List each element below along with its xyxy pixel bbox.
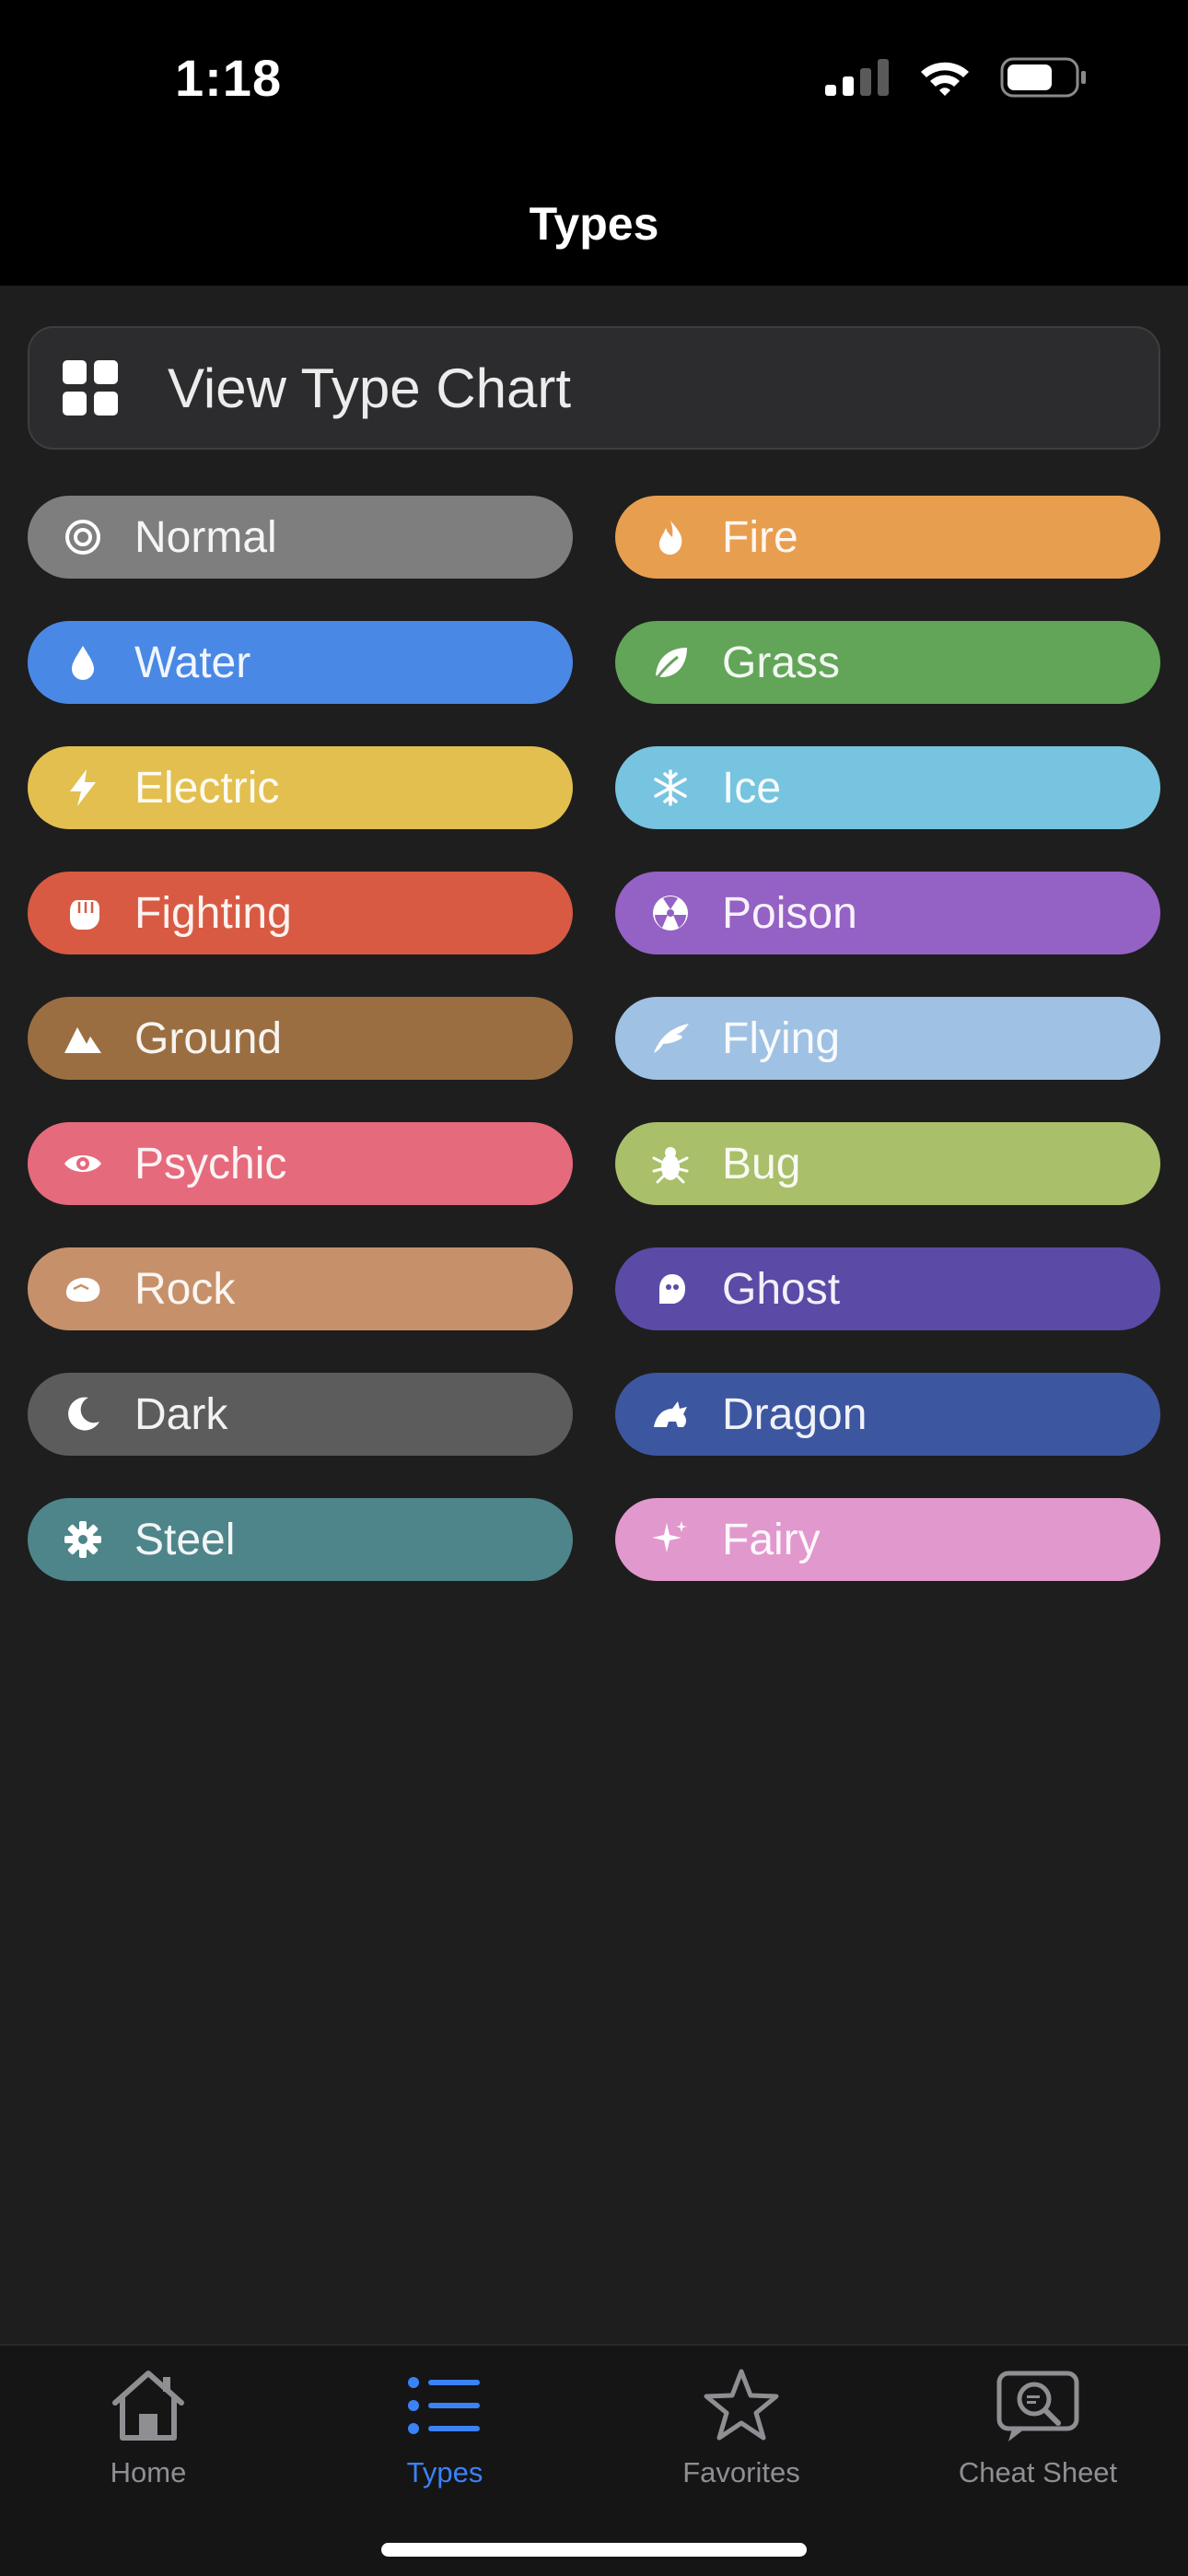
type-label: Ghost [722, 1264, 841, 1314]
type-pill-flying[interactable]: Flying [615, 997, 1160, 1080]
leaf-icon [650, 642, 691, 683]
ghost-icon [650, 1269, 691, 1309]
type-label: Steel [134, 1515, 236, 1564]
type-pill-dark[interactable]: Dark [28, 1373, 573, 1456]
type-pill-dragon[interactable]: Dragon [615, 1373, 1160, 1456]
type-label: Dragon [722, 1389, 868, 1439]
type-pill-psychic[interactable]: Psychic [28, 1122, 573, 1205]
list-icon [408, 2377, 480, 2434]
type-label: Ground [134, 1013, 283, 1063]
type-label: Ice [722, 763, 782, 813]
type-label: Normal [134, 512, 277, 562]
wifi-icon [917, 57, 973, 102]
view-type-chart-label: View Type Chart [168, 357, 572, 419]
ring-icon [63, 517, 103, 557]
view-type-chart-button[interactable]: View Type Chart [28, 326, 1160, 450]
bug-icon [650, 1143, 691, 1184]
snowflake-icon [650, 767, 691, 808]
type-label: Water [134, 638, 251, 687]
type-label: Psychic [134, 1139, 287, 1188]
status-icons [825, 57, 1087, 102]
type-label: Fairy [722, 1515, 821, 1564]
tab-home[interactable]: Home [0, 2364, 297, 2512]
radiation-icon [650, 893, 691, 933]
type-pill-rock[interactable]: Rock [28, 1247, 573, 1330]
tab-types[interactable]: Types [297, 2364, 593, 2512]
wing-icon [650, 1018, 691, 1059]
tab-favorites[interactable]: Favorites [593, 2364, 890, 2512]
type-pill-bug[interactable]: Bug [615, 1122, 1160, 1205]
chat-search-icon [996, 2371, 1079, 2441]
moon-icon [63, 1394, 103, 1434]
status-time: 1:18 [175, 49, 283, 107]
battery-icon [1000, 57, 1087, 102]
fist-icon [63, 893, 103, 933]
type-label: Dark [134, 1389, 228, 1439]
type-label: Fighting [134, 888, 292, 938]
rock-icon [63, 1269, 103, 1309]
tab-favorites-label: Favorites [682, 2456, 800, 2488]
home-indicator [381, 2543, 807, 2557]
type-pill-ghost[interactable]: Ghost [615, 1247, 1160, 1330]
type-pill-ice[interactable]: Ice [615, 746, 1160, 829]
star-icon [704, 2369, 779, 2441]
droplet-icon [63, 642, 103, 683]
type-pill-ground[interactable]: Ground [28, 997, 573, 1080]
tab-cheat-sheet[interactable]: Cheat Sheet [890, 2364, 1186, 2512]
type-label: Fire [722, 512, 798, 562]
tab-types-label: Types [406, 2456, 483, 2488]
dragon-icon [650, 1394, 691, 1434]
type-label: Electric [134, 763, 280, 813]
tab-bar: Home Types Favorites Cheat Sheet [0, 2344, 1188, 2576]
types-grid: Normal Fire Water Grass Electric Ice Fighting P… [28, 496, 1160, 1581]
type-label: Grass [722, 638, 841, 687]
house-icon [112, 2371, 184, 2441]
type-pill-grass[interactable]: Grass [615, 621, 1160, 704]
type-pill-fairy[interactable]: Fairy [615, 1498, 1160, 1581]
type-label: Flying [722, 1013, 841, 1063]
cellular-signal-icon [825, 59, 890, 100]
eye-icon [63, 1143, 103, 1184]
page-title: Types [529, 198, 659, 250]
top-bar: 1:18 Types [0, 0, 1188, 286]
tab-home-label: Home [110, 2456, 187, 2488]
flame-icon [650, 517, 691, 557]
type-pill-fire[interactable]: Fire [615, 496, 1160, 579]
type-pill-electric[interactable]: Electric [28, 746, 573, 829]
type-label: Poison [722, 888, 857, 938]
type-label: Rock [134, 1264, 236, 1314]
grid-icon [63, 360, 118, 416]
gear-icon [63, 1519, 103, 1560]
tab-cheat-sheet-label: Cheat Sheet [958, 2456, 1118, 2488]
type-pill-normal[interactable]: Normal [28, 496, 573, 579]
type-pill-steel[interactable]: Steel [28, 1498, 573, 1581]
type-pill-poison[interactable]: Poison [615, 872, 1160, 954]
type-pill-fighting[interactable]: Fighting [28, 872, 573, 954]
bolt-icon [63, 767, 103, 808]
sparkle-icon [650, 1519, 691, 1560]
mountain-icon [63, 1018, 103, 1059]
type-pill-water[interactable]: Water [28, 621, 573, 704]
type-label: Bug [722, 1139, 801, 1188]
